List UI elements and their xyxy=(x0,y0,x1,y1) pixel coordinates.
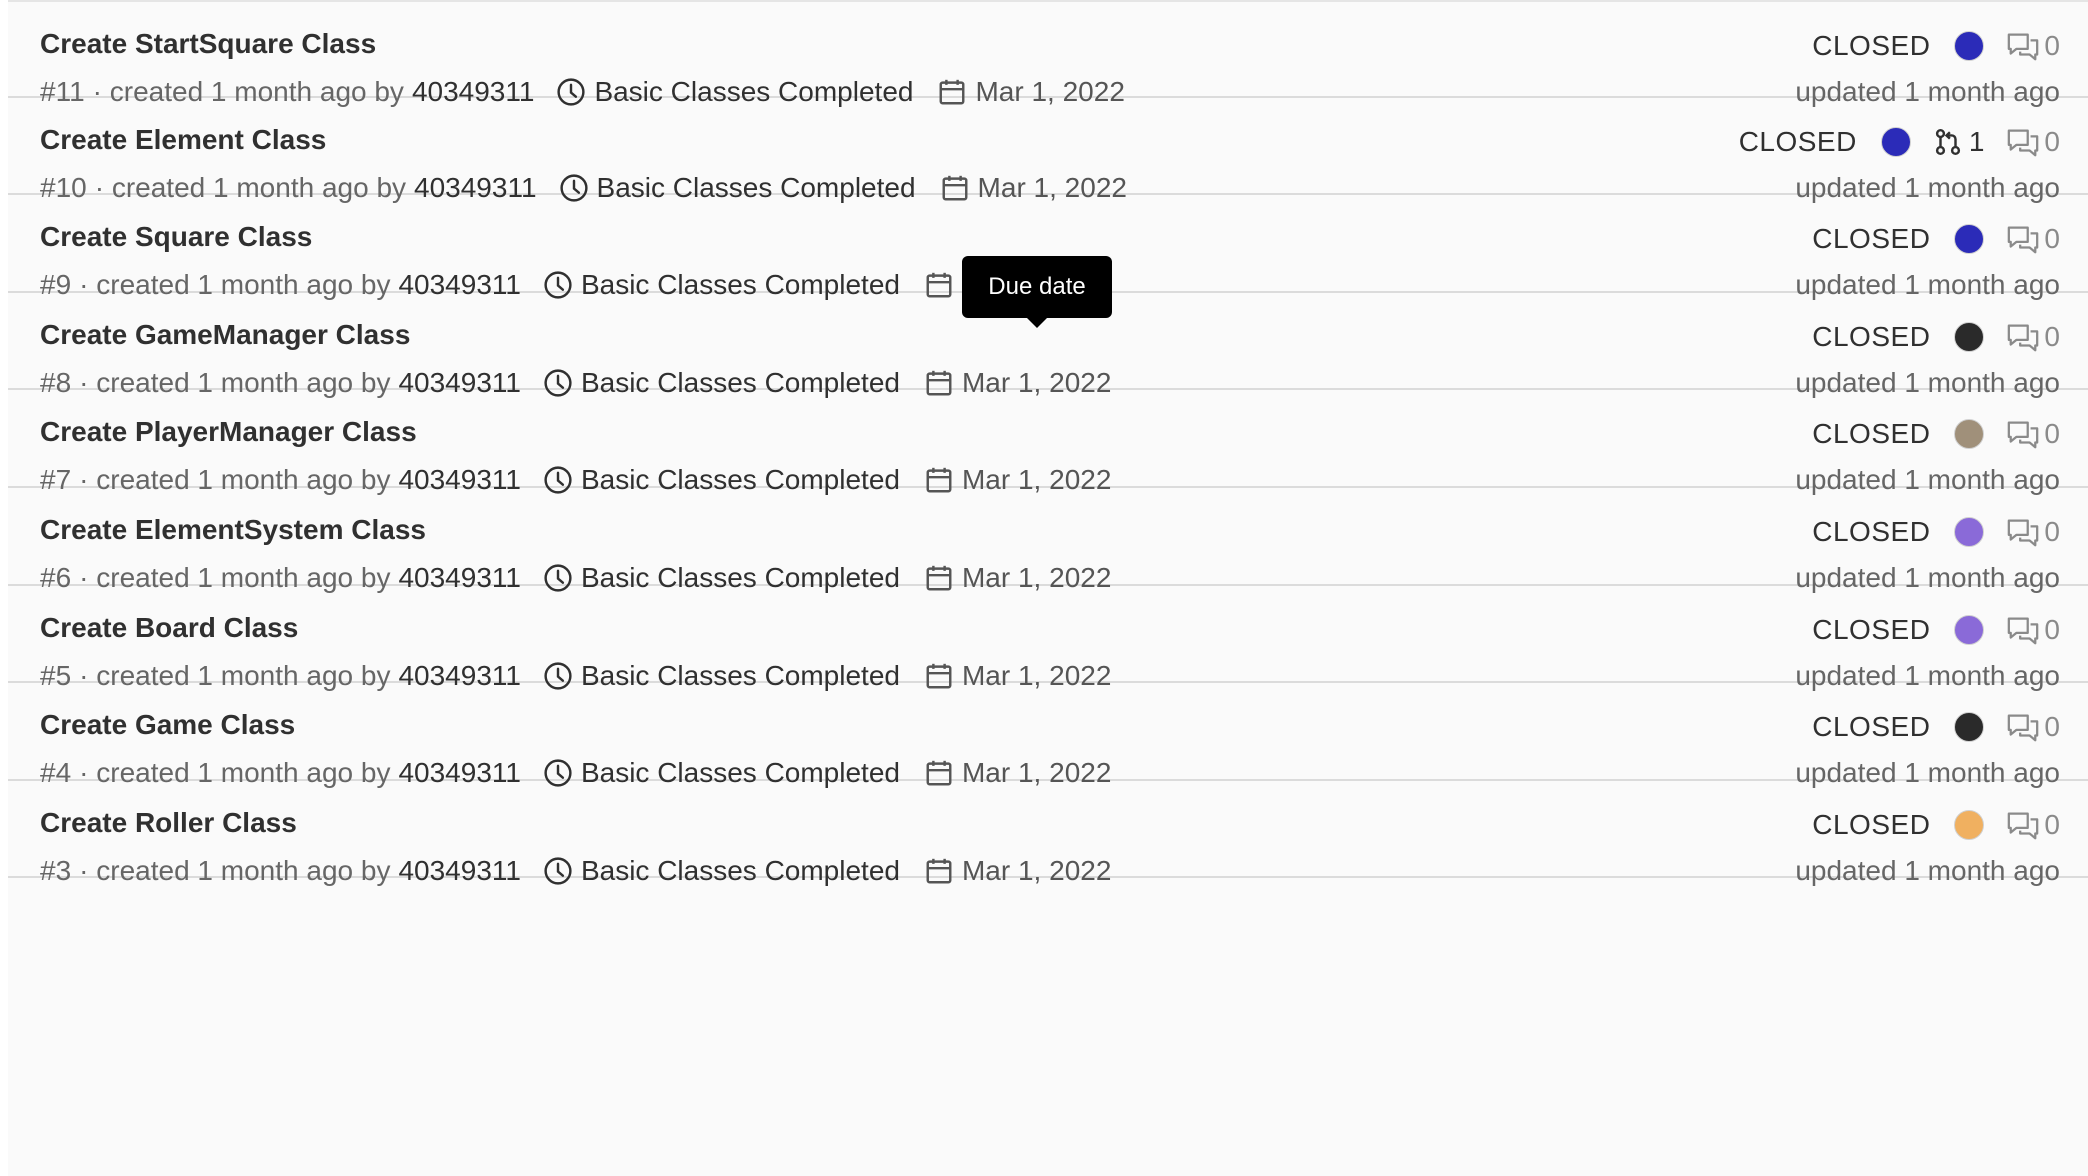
assignee-avatar[interactable] xyxy=(1954,224,1985,255)
issue-row[interactable]: Create PlayerManager Class #7 · created 1 … xyxy=(8,390,2088,495)
status-badge: CLOSED xyxy=(1812,320,1931,352)
merge-request-count[interactable]: 1 xyxy=(1933,125,1985,158)
issue-row[interactable]: Create Board Class #5 · created 1 month ag… xyxy=(8,586,2088,691)
issue-status-bar: CLOSED 0 xyxy=(1812,319,2060,355)
comments-icon xyxy=(2006,321,2044,353)
comments-count[interactable]: 0 xyxy=(2006,711,2060,743)
issue-title-link[interactable]: Create StartSquare Class xyxy=(40,28,376,60)
status-badge: CLOSED xyxy=(1812,223,1931,255)
comments-icon xyxy=(2006,711,2044,743)
clock-icon xyxy=(543,856,581,886)
status-badge: CLOSED xyxy=(1738,125,1857,157)
comments-count[interactable]: 0 xyxy=(2006,126,2060,158)
comments-count-value: 0 xyxy=(2044,418,2060,450)
issue-row[interactable]: Create ElementSystem Class #6 · created 1 … xyxy=(8,488,2088,593)
comments-icon xyxy=(2006,809,2044,841)
issue-row[interactable]: Create Roller Class #3 · created 1 month a… xyxy=(8,781,2088,886)
issue-title-link[interactable]: Create Element Class xyxy=(40,124,326,156)
comments-icon xyxy=(2006,614,2044,646)
comments-icon xyxy=(2006,30,2044,62)
status-badge: CLOSED xyxy=(1812,613,1931,645)
assignee-avatar[interactable] xyxy=(1954,31,1985,61)
issue-title-link[interactable]: Create ElementSystem Class xyxy=(40,514,426,546)
assignee-avatar[interactable] xyxy=(1880,126,1911,157)
issue-status-bar: CLOSED 0 xyxy=(1812,807,2060,843)
assignee-avatar[interactable] xyxy=(1954,321,1985,352)
comments-count[interactable]: 0 xyxy=(2006,30,2060,62)
issue-list: Create StartSquare Class #11 · created 1 m… xyxy=(8,0,2088,1176)
issue-status-bar: CLOSED 0 xyxy=(1812,612,2060,648)
assignee-avatar[interactable] xyxy=(1954,809,1985,840)
author-link[interactable]: 40349311 xyxy=(398,855,521,887)
issue-row[interactable]: Create StartSquare Class #11 · created 1 m… xyxy=(8,0,2088,107)
comments-count-value: 0 xyxy=(2044,125,2060,157)
status-badge: CLOSED xyxy=(1812,808,1931,840)
comments-icon xyxy=(2006,418,2044,450)
comments-count-value: 0 xyxy=(2044,223,2060,255)
comments-icon xyxy=(2006,223,2044,255)
issue-title-link[interactable]: Create Roller Class xyxy=(40,807,297,839)
milestone-link[interactable]: Basic Classes Completed xyxy=(543,855,900,887)
issue-status-bar: CLOSED 0 xyxy=(1812,28,2060,64)
status-badge: CLOSED xyxy=(1812,30,1931,61)
merge-request-count-value: 1 xyxy=(1968,125,1985,157)
issue-reference: #3 xyxy=(40,854,72,886)
issue-title-link[interactable]: Create Board Class xyxy=(40,612,298,644)
comments-count-value: 0 xyxy=(2044,808,2060,840)
comments-count[interactable]: 0 xyxy=(2006,321,2060,353)
issue-row[interactable]: Create Game Class #4 · created 1 month ago… xyxy=(8,683,2088,788)
comments-icon xyxy=(2006,126,2044,158)
comments-count[interactable]: 0 xyxy=(2006,614,2060,646)
issue-title-link[interactable]: Create GameManager Class xyxy=(40,319,410,351)
issue-status-bar: CLOSED 0 xyxy=(1812,709,2060,745)
issue-title-link[interactable]: Create Square Class xyxy=(40,221,312,253)
comments-count[interactable]: 0 xyxy=(2006,516,2060,548)
updated-text: updated 1 month ago xyxy=(1795,854,2060,886)
comments-icon xyxy=(2006,516,2044,548)
comments-count-value: 0 xyxy=(2044,711,2060,743)
assignee-avatar[interactable] xyxy=(1954,712,1985,743)
status-badge: CLOSED xyxy=(1812,711,1931,743)
comments-count-value: 0 xyxy=(2044,320,2060,352)
comments-count[interactable]: 0 xyxy=(2006,809,2060,841)
due-date-tooltip: Due date xyxy=(962,256,1112,328)
calendar-icon xyxy=(924,856,962,886)
status-badge: CLOSED xyxy=(1812,418,1931,450)
status-badge: CLOSED xyxy=(1812,516,1931,547)
assignee-avatar[interactable] xyxy=(1954,614,1985,645)
comments-count[interactable]: 0 xyxy=(2006,223,2060,255)
comments-count-value: 0 xyxy=(2044,613,2060,645)
comments-count-value: 0 xyxy=(2044,30,2060,61)
created-text: · created 1 month ago by xyxy=(79,854,391,886)
issue-row[interactable]: Create Element Class #10 · created 1 month… xyxy=(8,98,2088,203)
assignee-avatar[interactable] xyxy=(1954,517,1985,547)
milestone-label: Basic Classes Completed xyxy=(580,854,900,886)
due-date[interactable]: Mar 1, 2022 xyxy=(924,855,1111,887)
issue-title-link[interactable]: Create PlayerManager Class xyxy=(40,416,417,448)
issue-status-bar: CLOSED 0 xyxy=(1812,221,2060,257)
issue-status-bar: CLOSED 0 xyxy=(1812,514,2060,550)
comments-count[interactable]: 0 xyxy=(2006,418,2060,450)
tooltip-text: Due date xyxy=(988,273,1086,300)
issue-status-bar: CLOSED 0 xyxy=(1812,416,2060,452)
issue-status-bar: CLOSED 1 0 xyxy=(1739,124,2060,160)
due-date-label: Mar 1, 2022 xyxy=(961,854,1112,886)
comments-count-value: 0 xyxy=(2044,516,2060,547)
merge-request-icon xyxy=(1933,127,1969,157)
issue-meta: #3 · created 1 month ago by 40349311 Basic … xyxy=(40,853,1111,889)
issue-title-link[interactable]: Create Game Class xyxy=(40,709,295,741)
assignee-avatar[interactable] xyxy=(1954,419,1985,450)
